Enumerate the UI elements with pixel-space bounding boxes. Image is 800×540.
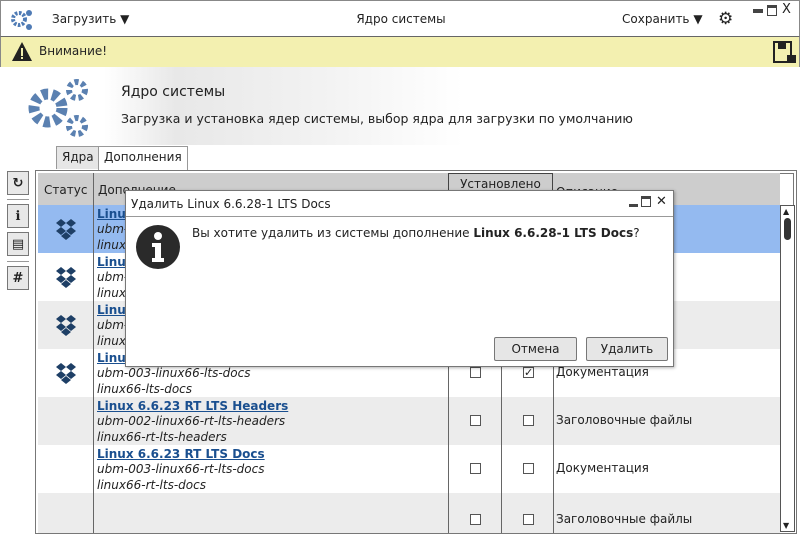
addon-package: ubm-003-linux66-lts-docs bbox=[97, 366, 251, 380]
minimize-icon[interactable] bbox=[753, 9, 763, 13]
addon-description: Заголовочные файлы bbox=[556, 413, 693, 427]
info-icon: ℹ bbox=[15, 208, 21, 224]
table-row[interactable]: Linux 6.6.23 RT LTS Headers ubm-002-linux… bbox=[38, 397, 780, 445]
package-icon bbox=[56, 267, 76, 288]
warning-icon bbox=[12, 42, 32, 61]
save-menu-button[interactable]: Сохранить ▼ bbox=[622, 12, 703, 26]
addon-name: linux66-rt-lts-docs bbox=[97, 478, 206, 492]
document-icon: ▤ bbox=[11, 236, 25, 252]
divider bbox=[7, 199, 29, 200]
installed-checkbox[interactable] bbox=[470, 367, 481, 378]
remove-checkbox[interactable] bbox=[523, 463, 534, 474]
package-icon bbox=[56, 219, 76, 240]
installed-checkbox[interactable] bbox=[470, 463, 481, 474]
delete-dialog: Удалить Linux 6.6.28-1 LTS Docs ✕ Вы хот… bbox=[125, 190, 674, 367]
document-button[interactable]: ▤ bbox=[7, 232, 29, 256]
addon-name: linux bbox=[97, 238, 126, 252]
message-text: Вы хотите удалить из системы дополнение bbox=[192, 226, 474, 240]
app-gears-icon bbox=[11, 10, 32, 30]
addon-title-link[interactable]: Linux 6.6.23 RT LTS Docs bbox=[97, 447, 265, 461]
page-subtitle: Загрузка и установка ядер системы, выбор… bbox=[121, 111, 633, 126]
dialog-title-bar: Удалить Linux 6.6.28-1 LTS Docs ✕ bbox=[126, 191, 673, 217]
title-bar: Загрузить ▼ Ядро системы Сохранить ▼ ⚙ X bbox=[0, 0, 800, 37]
table-row[interactable]: Linux 6.6.23 RT LTS Docs ubm-003-linux66-… bbox=[38, 445, 780, 493]
addon-name: linux66-rt-lts-headers bbox=[97, 430, 227, 444]
addon-name: linux bbox=[97, 334, 126, 348]
scroll-up-icon[interactable]: ▲ bbox=[783, 207, 789, 216]
gears-icon bbox=[28, 79, 88, 137]
addon-package: ubm- bbox=[97, 270, 129, 284]
maximize-icon[interactable] bbox=[641, 196, 651, 207]
addon-package: ubm-002-linux66-rt-lts-headers bbox=[97, 414, 286, 428]
load-menu-button[interactable]: Загрузить ▼ bbox=[52, 12, 129, 26]
warning-text: Внимание! bbox=[39, 44, 108, 58]
scroll-down-icon[interactable]: ▼ bbox=[783, 521, 789, 530]
divider bbox=[7, 261, 29, 262]
addon-description: Документация bbox=[556, 365, 649, 379]
header-status[interactable]: Статус bbox=[44, 183, 87, 197]
scrollbar[interactable]: ▲ ▼ bbox=[780, 205, 795, 532]
addon-package: ubm-003-linux66-rt-lts-docs bbox=[97, 462, 265, 476]
info-icon bbox=[136, 225, 180, 269]
installed-checkbox[interactable] bbox=[470, 415, 481, 426]
refresh-icon: ↻ bbox=[12, 175, 24, 191]
cancel-button[interactable]: Отмена bbox=[494, 337, 577, 361]
installed-checkbox[interactable] bbox=[470, 514, 481, 525]
message-addon-name: Linux 6.6.28-1 LTS Docs bbox=[473, 226, 634, 240]
addon-package: ubm- bbox=[97, 222, 129, 236]
addon-name: linux66-lts-docs bbox=[97, 382, 193, 396]
save-lock-icon[interactable] bbox=[773, 41, 797, 65]
caret-down-icon: ▼ bbox=[120, 12, 130, 26]
dialog-title: Удалить Linux 6.6.28-1 LTS Docs bbox=[131, 197, 331, 211]
close-icon[interactable]: ✕ bbox=[656, 194, 667, 209]
remove-checkbox[interactable] bbox=[523, 514, 534, 525]
maximize-icon[interactable] bbox=[767, 5, 777, 16]
message-suffix: ? bbox=[633, 226, 640, 240]
remove-checkbox[interactable] bbox=[523, 415, 534, 426]
page-title: Ядро системы bbox=[121, 84, 226, 100]
page-header: Ядро системы Загрузка и установка ядер с… bbox=[0, 67, 800, 145]
info-button[interactable]: ℹ bbox=[7, 204, 29, 228]
tab-addons[interactable]: Дополнения bbox=[98, 146, 188, 171]
package-icon bbox=[56, 315, 76, 336]
delete-button[interactable]: Удалить bbox=[586, 337, 668, 361]
addon-name: linux bbox=[97, 286, 126, 300]
remove-checkbox[interactable]: ✓ bbox=[523, 367, 534, 378]
refresh-button[interactable]: ↻ bbox=[7, 171, 29, 195]
dialog-message: Вы хотите удалить из системы дополнение … bbox=[192, 226, 640, 240]
save-label: Сохранить bbox=[622, 12, 690, 26]
load-label: Загрузить bbox=[52, 12, 117, 26]
tab-kernels[interactable]: Ядра bbox=[56, 146, 100, 169]
scroll-thumb[interactable] bbox=[784, 218, 791, 240]
warning-bar: Внимание! bbox=[0, 37, 800, 67]
hash-button[interactable]: # bbox=[7, 266, 29, 290]
settings-gear-icon[interactable]: ⚙ bbox=[718, 9, 733, 29]
hash-icon: # bbox=[12, 270, 24, 286]
close-icon[interactable]: X bbox=[782, 2, 791, 17]
addon-description: Заголовочные файлы bbox=[556, 512, 693, 526]
table-row[interactable]: Заголовочные файлы bbox=[38, 493, 780, 533]
package-icon bbox=[56, 363, 76, 384]
caret-down-icon: ▼ bbox=[693, 12, 703, 26]
addon-title-link[interactable]: Linux 6.6.23 RT LTS Headers bbox=[97, 399, 288, 413]
header-installed[interactable]: Установлено bbox=[448, 177, 553, 191]
addon-package: ubm- bbox=[97, 318, 129, 332]
minimize-icon[interactable] bbox=[629, 204, 638, 207]
addon-description: Документация bbox=[556, 461, 649, 475]
